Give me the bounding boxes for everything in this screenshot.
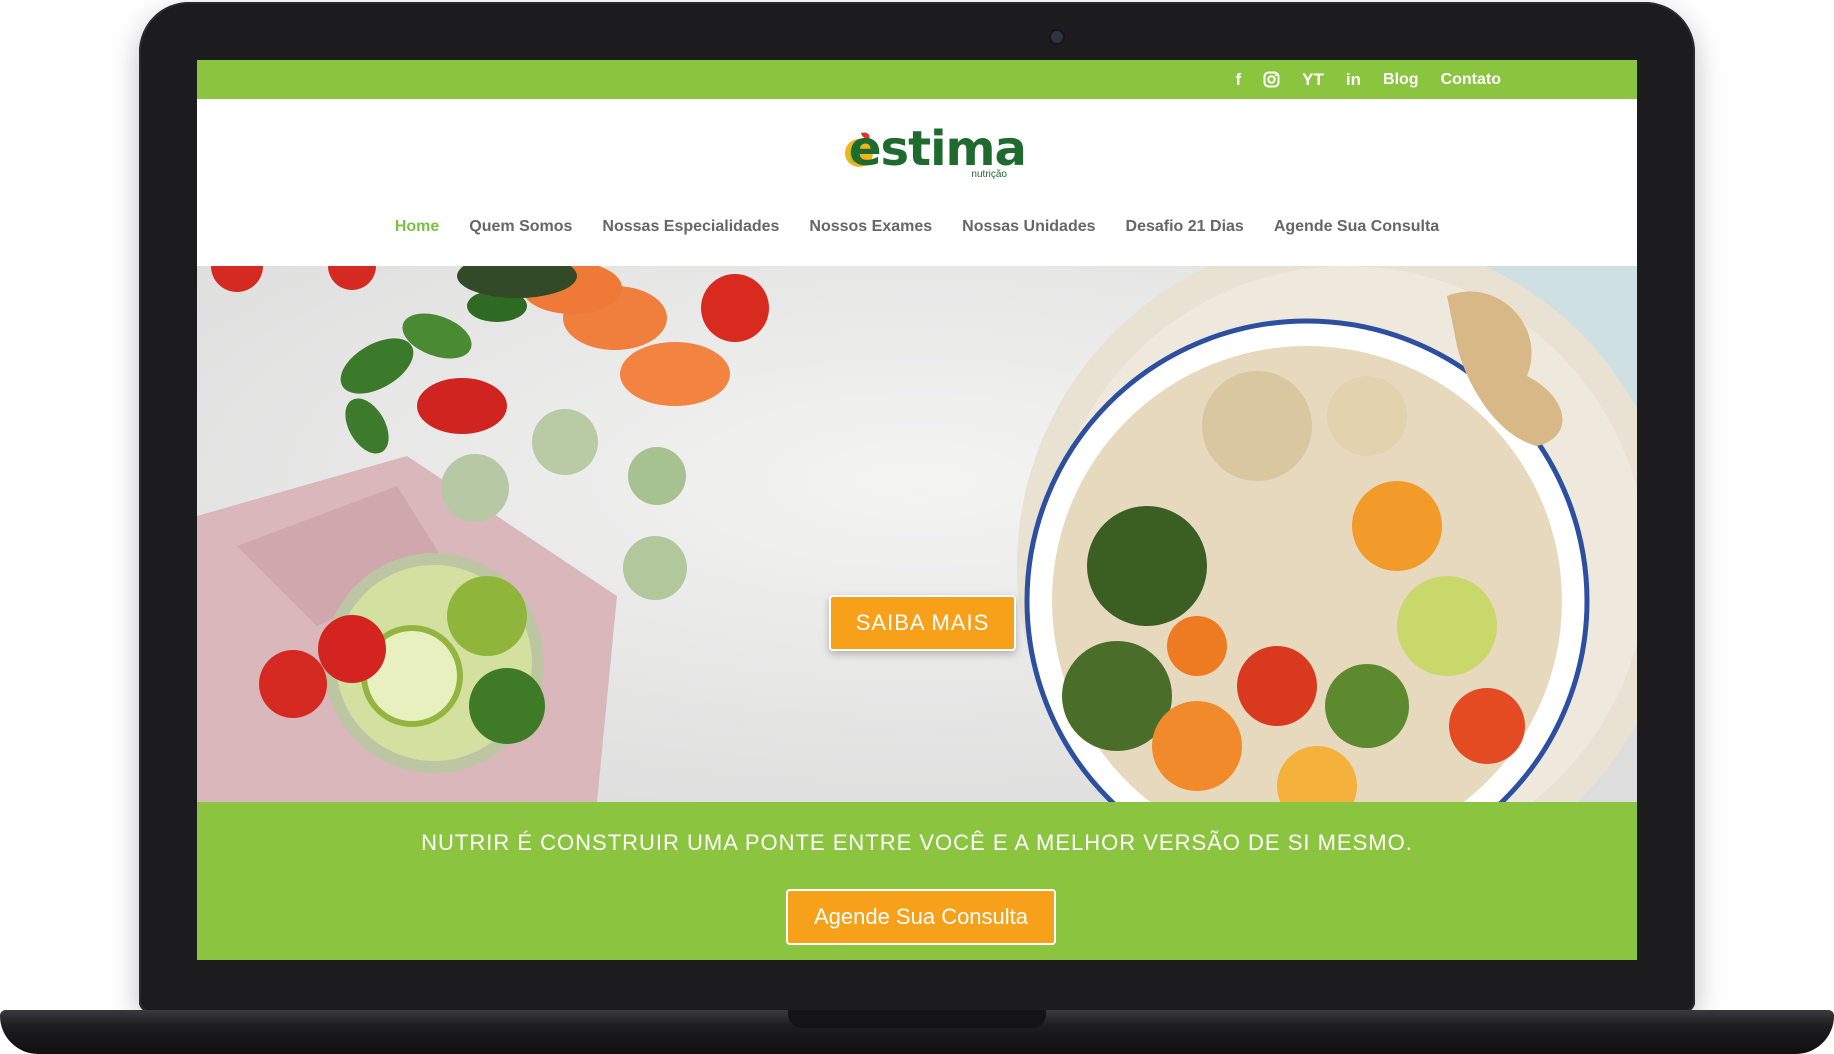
agende-consulta-button[interactable]: Agende Sua Consulta — [786, 889, 1056, 945]
tagline-band: NUTRIR É CONSTRUIR UMA PONTE ENTRE VOCÊ … — [197, 802, 1637, 960]
saiba-mais-button[interactable]: SAIBA MAIS — [829, 595, 1016, 651]
nav-agende-sua-consulta[interactable]: Agende Sua Consulta — [1274, 218, 1439, 236]
browser-screen: f YT in Blog Contato estima nutrição Hom… — [197, 60, 1637, 960]
linkedin-icon[interactable]: in — [1346, 70, 1361, 90]
nav-nossos-exames[interactable]: Nossos Exames — [809, 218, 932, 236]
main-nav: Home Quem Somos Nossas Especialidades No… — [197, 207, 1637, 247]
nav-desafio-21-dias[interactable]: Desafio 21 Dias — [1126, 218, 1244, 236]
facebook-icon[interactable]: f — [1236, 70, 1242, 90]
logo-subtitle: nutrição — [971, 169, 1007, 180]
tagline-text: NUTRIR É CONSTRUIR UMA PONTE ENTRE VOCÊ … — [421, 830, 1413, 855]
youtube-icon[interactable]: YT — [1302, 70, 1324, 90]
top-bar: f YT in Blog Contato — [197, 60, 1637, 99]
instagram-icon[interactable] — [1263, 71, 1280, 88]
nav-quem-somos[interactable]: Quem Somos — [469, 218, 572, 236]
camera-icon — [1051, 31, 1063, 43]
contato-link[interactable]: Contato — [1441, 71, 1501, 89]
hero-banner: SAIBA MAIS — [197, 266, 1637, 802]
blog-link[interactable]: Blog — [1383, 71, 1419, 89]
nav-home[interactable]: Home — [395, 218, 439, 236]
site-header: estima nutrição Home Quem Somos Nossas E… — [197, 99, 1637, 266]
nav-nossas-unidades[interactable]: Nossas Unidades — [962, 218, 1095, 236]
hero-food-image — [197, 266, 1637, 802]
laptop-notch — [788, 1010, 1046, 1028]
estima-logo[interactable]: estima nutrição — [839, 121, 1027, 181]
nav-nossas-especialidades[interactable]: Nossas Especialidades — [602, 218, 779, 236]
